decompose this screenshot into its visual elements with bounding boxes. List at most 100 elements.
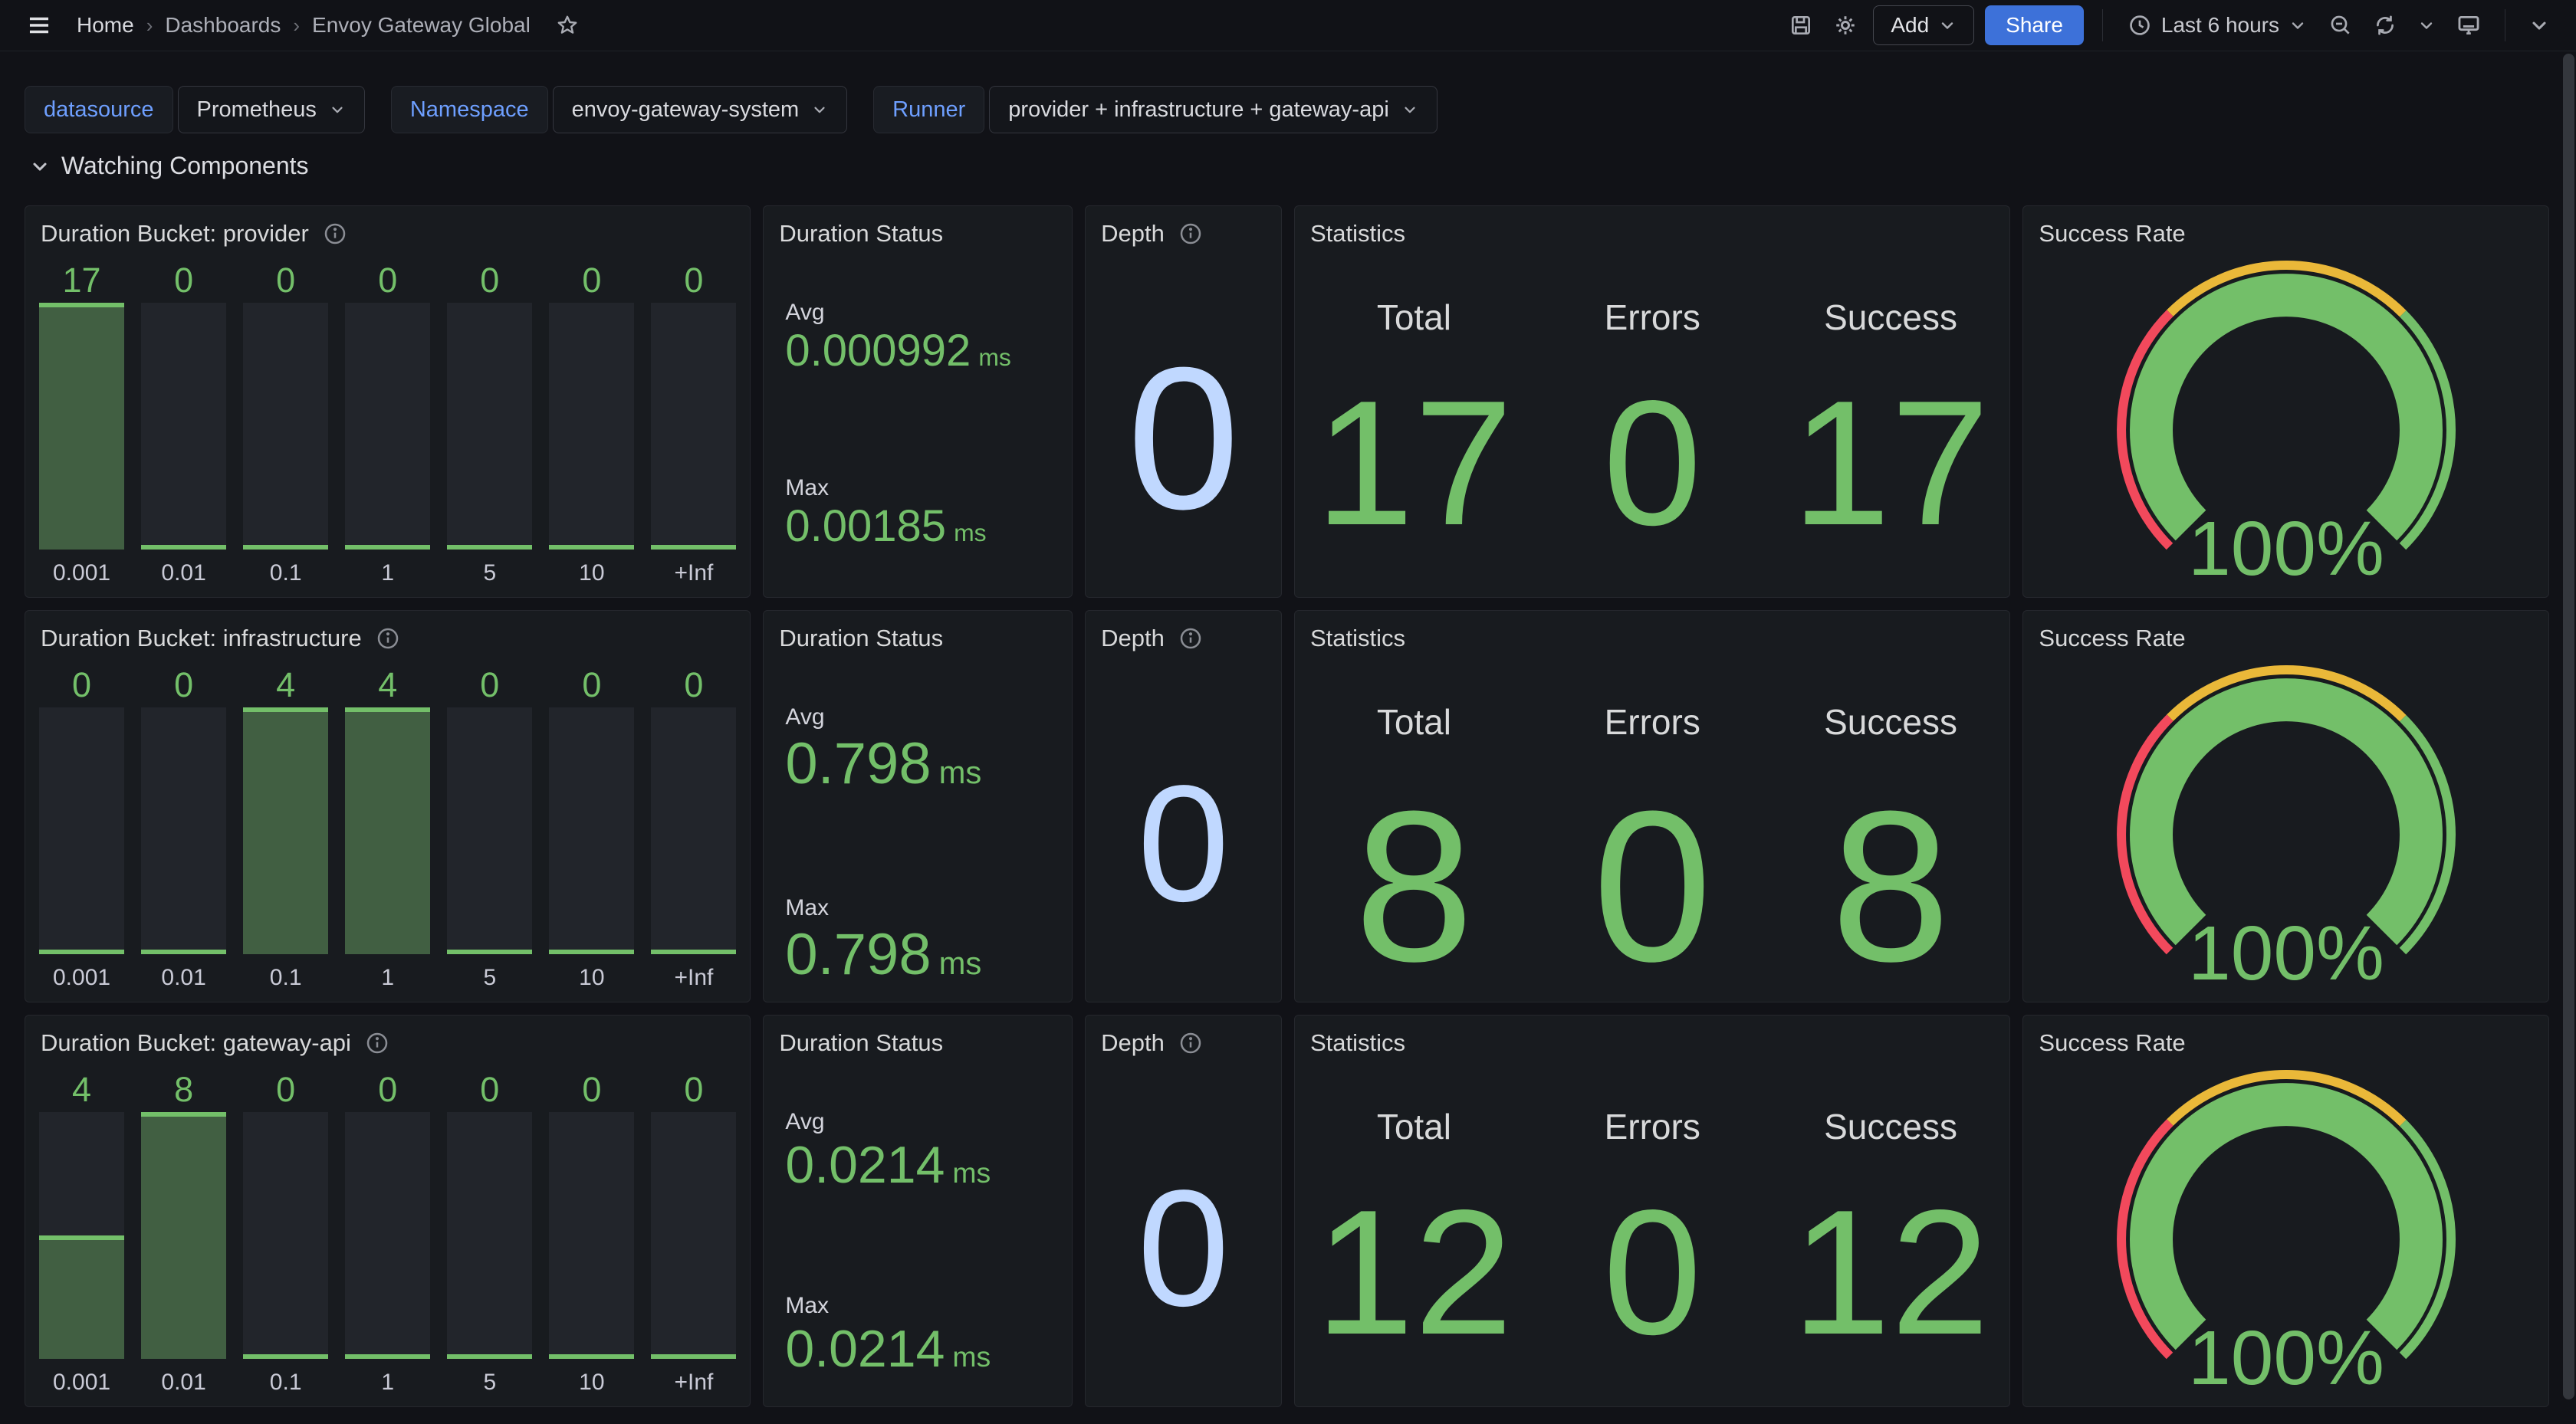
stat-value: 0.798 — [785, 922, 931, 987]
variable-value-dropdown[interactable]: envoy-gateway-system — [553, 86, 848, 133]
stat-avg: Avg 0.798ms — [785, 704, 1072, 797]
bucket-bar-column: 0 5 — [447, 1068, 532, 1396]
info-icon[interactable] — [365, 1031, 389, 1055]
chevron-down-icon — [811, 101, 828, 118]
bucket-bar-column: 0 0.01 — [141, 258, 226, 586]
bar-track — [243, 1112, 328, 1359]
panel-header[interactable]: Success Rate — [2023, 611, 2548, 654]
bar-gauge: 0 0.001 0 0.01 4 0.1 4 1 — [25, 654, 750, 1002]
row-toggle-watching-components[interactable]: Watching Components — [29, 152, 309, 180]
stat-max: Max 0.798ms — [785, 895, 1072, 988]
bar-fill — [243, 707, 328, 954]
bucket-bar-column: 0 1 — [345, 258, 430, 586]
variable-datasource: datasource Prometheus — [25, 86, 365, 133]
panel-title: Duration Status — [779, 625, 943, 652]
panel-header[interactable]: Statistics — [1295, 206, 2009, 249]
add-button[interactable]: Add — [1873, 5, 1974, 45]
variable-value-dropdown[interactable]: provider + infrastructure + gateway-api — [989, 86, 1437, 133]
bar-value-label: 0 — [549, 258, 634, 303]
bucket-bar-column: 0 0.001 — [39, 663, 124, 991]
breadcrumb-separator: › — [293, 14, 300, 38]
bar-fill — [141, 1112, 226, 1359]
panel-header[interactable]: Success Rate — [2023, 1016, 2548, 1058]
panel-header[interactable]: Depth — [1086, 611, 1281, 654]
stat-value: 0.000992 — [785, 326, 971, 376]
breadcrumb-current-page: Envoy Gateway Global — [312, 13, 531, 38]
bar-value-label: 0 — [549, 663, 634, 707]
info-icon[interactable] — [1178, 626, 1203, 651]
stat-avg: Avg 0.000992ms — [785, 300, 1072, 377]
time-range-picker[interactable]: Last 6 hours — [2121, 5, 2313, 45]
star-icon[interactable] — [550, 8, 584, 42]
bar-value-label: 0 — [447, 1068, 532, 1112]
refresh-icon[interactable] — [2368, 8, 2402, 42]
stat-label: Success — [1772, 701, 2010, 743]
stat-success: Success 17 — [1772, 249, 2010, 597]
panel-statistics-provider: Statistics Total 17 Errors 0 Success 17 — [1294, 205, 2010, 598]
panel-header[interactable]: Depth — [1086, 206, 1281, 249]
bucket-bar-column: 0 +Inf — [651, 258, 736, 586]
panel-header[interactable]: Success Rate — [2023, 206, 2548, 249]
panel-title: Statistics — [1310, 1029, 1405, 1057]
panel-header[interactable]: Duration Status — [764, 206, 1072, 249]
stat-value: 17 — [1295, 375, 1533, 553]
row-title: Watching Components — [61, 152, 309, 180]
bar-track — [141, 1112, 226, 1359]
breadcrumb-dashboards[interactable]: Dashboards — [165, 13, 281, 38]
grafana-dashboard: Home › Dashboards › Envoy Gateway Global — [0, 0, 2576, 1424]
nav-actions: Add Share Last 6 hours — [1784, 5, 2555, 45]
panel-header[interactable]: Duration Status — [764, 1016, 1072, 1058]
bar-track — [345, 303, 430, 550]
stat-max: Max 0.00185ms — [785, 475, 1072, 553]
info-icon[interactable] — [1178, 1031, 1203, 1055]
panel-header[interactable]: Depth — [1086, 1016, 1281, 1058]
bar-track — [243, 707, 328, 954]
success-rate-gauge: 100% — [2023, 249, 2548, 597]
share-button[interactable]: Share — [1985, 5, 2084, 45]
zoom-out-icon[interactable] — [2324, 8, 2358, 42]
bar-value-label: 0 — [651, 663, 736, 707]
stat-label: Total — [1295, 1106, 1533, 1147]
bar-value-label: 4 — [243, 663, 328, 707]
gear-icon[interactable] — [1829, 8, 1862, 42]
variable-value-dropdown[interactable]: Prometheus — [178, 86, 365, 133]
bucket-bar-column: 0 10 — [549, 258, 634, 586]
panel-header[interactable]: Duration Bucket: infrastructure — [25, 611, 750, 654]
info-icon[interactable] — [323, 221, 347, 246]
stat-errors: Errors 0 — [1533, 249, 1772, 597]
bar-track — [447, 303, 532, 550]
stat-label: Max — [785, 895, 1072, 921]
bucket-bar-column: 0 +Inf — [651, 1068, 736, 1396]
bar-x-label: +Inf — [651, 954, 736, 991]
panel-header[interactable]: Duration Bucket: provider — [25, 206, 750, 249]
bucket-bar-column: 0 0.1 — [243, 1068, 328, 1396]
menu-icon[interactable] — [21, 8, 57, 43]
save-icon[interactable] — [1784, 8, 1818, 42]
time-range-label: Last 6 hours — [2161, 13, 2279, 38]
refresh-interval-chevron-icon[interactable] — [2413, 11, 2440, 39]
collapse-toolbar-chevron-icon[interactable] — [2524, 10, 2555, 41]
bucket-bar-column: 0 1 — [345, 1068, 430, 1396]
bar-track — [549, 303, 634, 550]
panel-duration-bucket-provider: Duration Bucket: provider 17 0.001 0 0.0… — [25, 205, 751, 598]
panel-duration-status-provider: Duration Status Avg 0.000992ms Max 0.001… — [763, 205, 1073, 598]
panel-title: Duration Bucket: infrastructure — [41, 625, 362, 652]
stat-value: 0 — [1533, 375, 1772, 553]
panel-header[interactable]: Duration Bucket: gateway-api — [25, 1016, 750, 1058]
stat-label: Avg — [785, 300, 1072, 326]
panel-header[interactable]: Statistics — [1295, 611, 2009, 654]
depth-value: 0 — [1127, 337, 1240, 540]
info-icon[interactable] — [1178, 221, 1203, 246]
info-icon[interactable] — [376, 626, 400, 651]
depth-value: 0 — [1138, 760, 1230, 926]
scrollbar-thumb[interactable] — [2563, 54, 2574, 1399]
bar-x-label: 5 — [447, 1359, 532, 1396]
bar-track — [39, 303, 124, 550]
panel-header[interactable]: Statistics — [1295, 1016, 2009, 1058]
monitor-icon[interactable] — [2451, 8, 2486, 43]
variable-value: provider + infrastructure + gateway-api — [1008, 97, 1388, 123]
bar-value-label: 0 — [39, 663, 124, 707]
breadcrumb-home[interactable]: Home — [77, 13, 134, 38]
panel-header[interactable]: Duration Status — [764, 611, 1072, 654]
bar-x-label: 1 — [345, 954, 430, 991]
